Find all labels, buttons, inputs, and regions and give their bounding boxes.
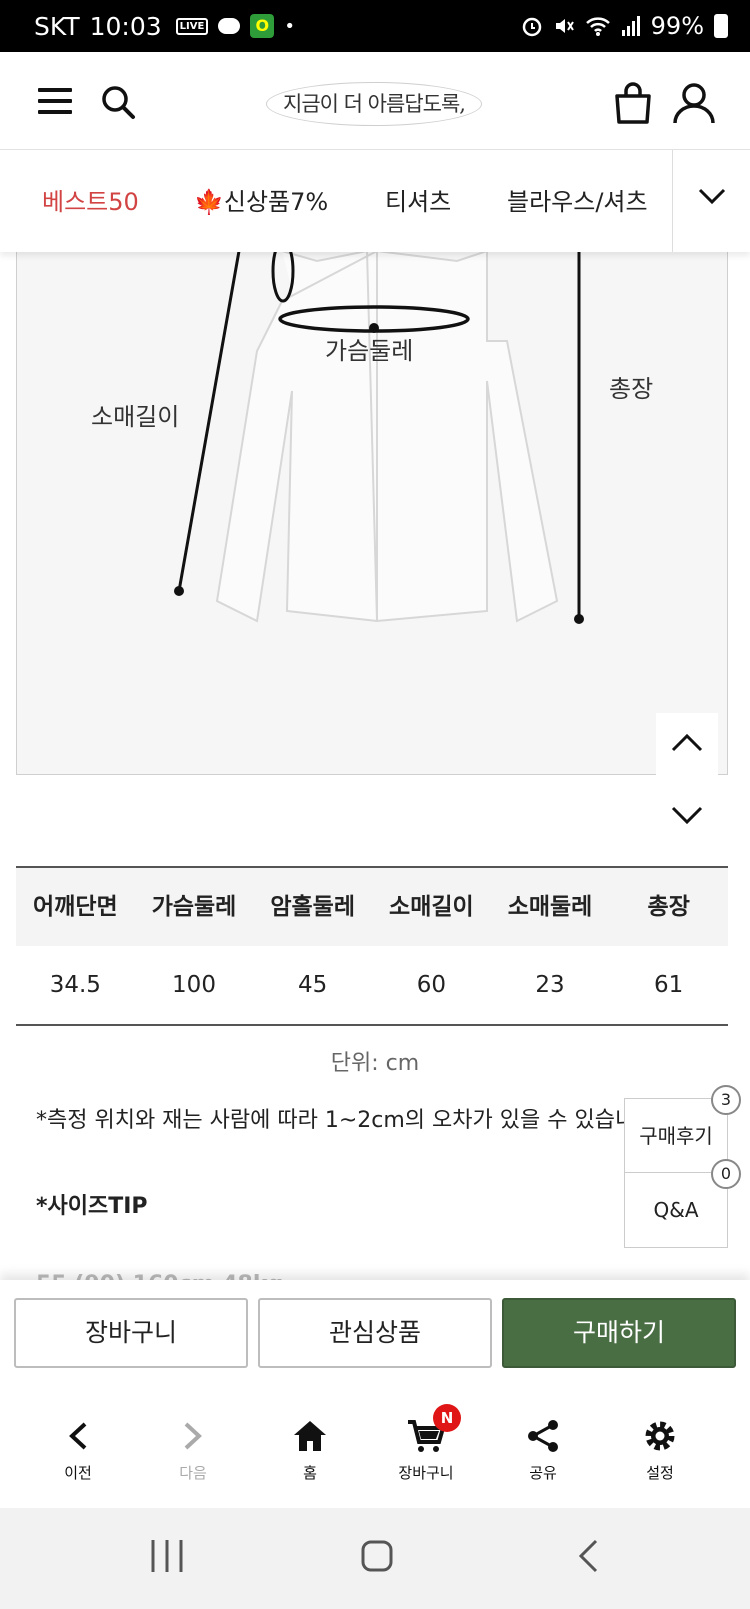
category-best50[interactable]: 베스트50 [42,182,139,217]
table-row: 34.5 100 45 60 23 61 [16,946,728,1024]
category-tshirts[interactable]: 티셔츠 [385,182,451,217]
nav-home-label: 홈 [303,1464,317,1482]
nav-cart-label: 장바구니 [398,1464,454,1482]
wifi-icon [585,17,610,36]
bottom-nav: 이전 다음 홈 N 장바구니 공유 설정 [0,1380,750,1508]
table-cell: 100 [172,972,216,998]
table-cell: 34.5 [49,972,101,998]
clock-text: 10:03 [89,11,162,41]
back-arrow-icon [69,1422,87,1450]
maple-leaf-icon: 🍁 [194,188,224,216]
carrier-text: SKT [34,11,80,41]
size-tip-title: *사이즈TIP [36,1194,148,1219]
table-cell: 60 [416,972,446,998]
category-nav: 베스트50 🍁신상품7% 티셔츠 블라우스/셔츠 [0,150,750,252]
table-header-cell: 가슴둘레 [151,894,237,920]
table-header-cell: 소매둘레 [507,894,593,920]
chest-label: 가슴둘레 [325,337,414,365]
scroll-up-button[interactable] [656,713,718,775]
android-back-button[interactable] [576,1538,600,1578]
talk-bubble-icon [218,18,241,34]
category-new-label: 신상품7% [223,188,329,216]
qna-label: Q&A [653,1198,699,1222]
cart-new-badge: N [433,1404,461,1432]
signal-icon [621,16,640,36]
search-icon[interactable] [100,84,136,120]
chevron-up-icon [671,733,703,752]
android-home-button[interactable] [360,1538,394,1578]
table-header-cell: 암홀둘레 [270,894,355,920]
site-logo[interactable]: 지금이 더 아름답도록, [266,82,482,126]
sleeve-label: 소매길이 [91,403,180,431]
back-icon [578,1539,598,1573]
category-blouses[interactable]: 블라우스/셔츠 [507,182,648,217]
nav-next[interactable]: 다음 [133,1414,253,1483]
alarm-icon [522,17,541,37]
battery-icon [714,14,728,38]
recent-apps-icon [151,1540,183,1572]
garment-sketch [174,239,584,624]
live-badge: LIVE [175,17,209,35]
category-expand-button[interactable] [672,150,750,252]
nav-share[interactable]: 공유 [483,1414,603,1483]
measurement-note: *측정 위치와 재는 사람에 따라 1~2cm의 오차가 있을 수 있습니다 [36,1108,656,1133]
scroll-controls [656,713,718,853]
status-bar: SKT 10:03 LIVE O • 99% [0,0,750,52]
battery-percent: 99% [650,12,704,40]
size-table: 어깨단면 가슴둘레 암홀둘레 소매길이 소매둘레 총장 34.5 100 45 … [16,866,728,1026]
chevron-down-icon [671,806,703,825]
chevron-down-icon [698,188,726,205]
user-icon[interactable] [672,82,716,124]
add-to-cart-button[interactable]: 장바구니 [14,1298,248,1368]
recent-apps-button[interactable] [150,1538,184,1578]
reviews-label: 구매후기 [639,1124,713,1148]
table-cell: 45 [298,972,328,998]
review-qna-widget: 구매후기 3 Q&A 0 [624,1085,741,1248]
nav-settings-label: 설정 [646,1464,674,1482]
reviews-count-badge: 3 [711,1085,741,1115]
nav-settings[interactable]: 설정 [600,1414,720,1483]
size-guide-image: 가슴둘레 소매길이 총장 [16,200,728,775]
nav-next-label: 다음 [179,1464,207,1482]
table-header-cell: 총장 [647,894,690,920]
shopping-bag-icon[interactable] [614,82,652,124]
category-new[interactable]: 🍁신상품7% [194,182,328,217]
table-header-cell: 어깨단면 [33,894,118,920]
menu-icon[interactable] [38,88,72,114]
nav-cart[interactable]: N 장바구니 [366,1404,486,1483]
nav-prev-label: 이전 [64,1464,92,1482]
table-cell: 23 [535,972,565,998]
nav-prev[interactable]: 이전 [18,1414,138,1483]
gear-icon [645,1421,675,1451]
reviews-button[interactable]: 구매후기 3 [625,1085,741,1173]
android-system-nav [0,1508,750,1609]
unit-text: 단위: cm [330,1051,420,1076]
table-header-cell: 소매길이 [389,894,474,920]
home-square-icon [361,1540,393,1572]
app-notification-icon: O [250,14,275,38]
qna-count-badge: 0 [711,1159,741,1189]
purchase-action-bar: 장바구니 관심상품 구매하기 [0,1280,750,1380]
site-header: 지금이 더 아름답도록, [0,52,750,150]
notification-dot: • [284,15,295,37]
nav-home[interactable]: 홈 [250,1414,370,1483]
nav-share-label: 공유 [529,1464,557,1482]
forward-arrow-icon [184,1422,202,1450]
table-cell: 61 [654,972,684,998]
table-header-row: 어깨단면 가슴둘레 암홀둘레 소매길이 소매둘레 총장 [16,868,728,946]
share-icon [528,1420,558,1452]
wishlist-button[interactable]: 관심상품 [258,1298,492,1368]
mute-icon [555,19,574,33]
scroll-down-button[interactable] [656,785,718,847]
qna-button[interactable]: Q&A 0 [625,1159,741,1247]
home-icon [294,1421,326,1451]
length-label: 총장 [609,375,654,403]
buy-now-button[interactable]: 구매하기 [502,1298,736,1368]
